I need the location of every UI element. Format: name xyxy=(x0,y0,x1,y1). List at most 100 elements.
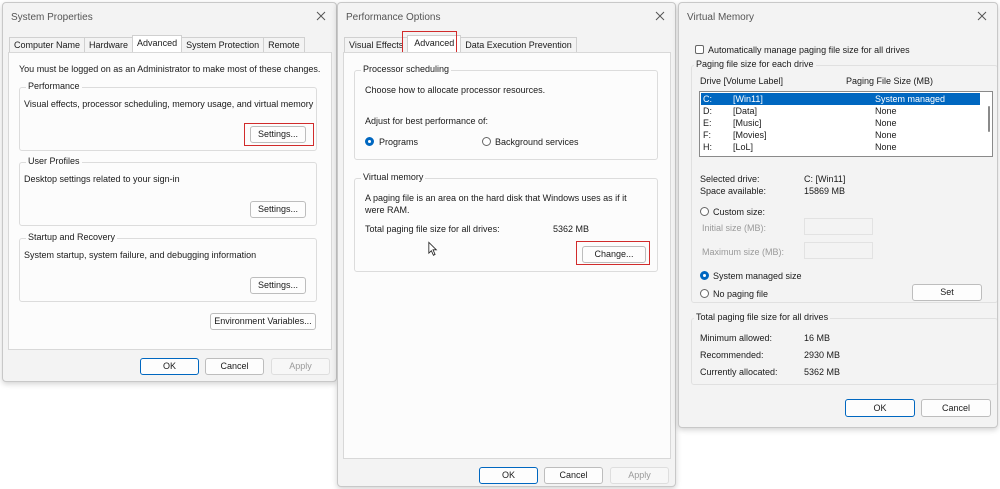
dialog-title: System Properties xyxy=(11,12,93,23)
tab-panel: You must be logged on as an Administrato… xyxy=(8,52,332,350)
startup-recovery-heading: Startup and Recovery xyxy=(26,232,118,242)
drive-letter: H: xyxy=(703,142,712,152)
performance-heading: Performance xyxy=(26,81,82,91)
selected-drive-label: Selected drive: xyxy=(700,174,760,184)
dialog-title: Performance Options xyxy=(346,12,441,23)
tab-system-protection[interactable]: System Protection xyxy=(181,37,265,52)
admin-note: You must be logged on as an Administrato… xyxy=(19,64,321,74)
drive-label: [Win11] xyxy=(733,94,763,104)
set-button[interactable]: Set xyxy=(912,284,982,301)
system-managed-radio[interactable] xyxy=(700,271,709,280)
tab-advanced[interactable]: Advanced xyxy=(407,35,462,52)
list-scrollbar[interactable] xyxy=(988,106,990,132)
maximum-size-input[interactable] xyxy=(804,242,873,259)
col-size-header: Paging File Size (MB) xyxy=(846,76,934,86)
mouse-pointer-icon xyxy=(428,241,438,256)
recommended-value: 2930 MB xyxy=(804,350,841,360)
background-services-label: Background services xyxy=(495,137,579,147)
drive-size: None xyxy=(875,142,897,152)
total-paging-label: Total paging file size for all drives: xyxy=(365,224,500,234)
virtual-memory-text-2: were RAM. xyxy=(365,205,410,215)
title-bar: Performance Options xyxy=(338,3,675,31)
programs-label: Programs xyxy=(379,137,419,147)
cancel-button[interactable]: Cancel xyxy=(205,358,264,375)
apply-button[interactable]: Apply xyxy=(271,358,330,375)
drive-row[interactable]: H: [LoL] None xyxy=(701,141,980,153)
space-available-value: 15869 MB xyxy=(804,186,846,196)
startup-settings-button[interactable]: Settings... xyxy=(250,277,306,294)
selected-drive-value: C: [Win11] xyxy=(804,174,846,184)
drive-row[interactable]: C: [Win11] System managed xyxy=(701,93,980,105)
tab-panel: Processor scheduling Choose how to alloc… xyxy=(343,52,671,459)
currently-allocated-value: 5362 MB xyxy=(804,367,841,377)
initial-size-input[interactable] xyxy=(804,218,873,235)
user-profiles-group: User Profiles Desktop settings related t… xyxy=(19,156,317,226)
virtual-memory-text-1: A paging file is an area on the hard dis… xyxy=(365,193,627,203)
user-profiles-heading: User Profiles xyxy=(26,156,82,166)
tab-computer-name[interactable]: Computer Name xyxy=(9,37,86,52)
drive-size: None xyxy=(875,106,897,116)
drive-label: [Data] xyxy=(733,106,758,116)
drive-letter: E: xyxy=(703,118,712,128)
title-bar: System Properties xyxy=(3,3,336,31)
custom-size-radio[interactable] xyxy=(700,207,709,216)
drive-label: [LoL] xyxy=(733,142,754,152)
minimum-allowed-label: Minimum allowed: xyxy=(700,333,773,343)
drive-list[interactable]: C: [Win11] System managed D: [Data] None… xyxy=(699,91,993,157)
total-paging-heading: Total paging file size for all drives xyxy=(694,312,831,322)
minimum-allowed-value: 16 MB xyxy=(804,333,831,343)
ok-button[interactable]: OK xyxy=(845,399,915,417)
initial-size-label: Initial size (MB): xyxy=(702,223,767,233)
no-paging-radio[interactable] xyxy=(700,289,709,298)
drive-letter: F: xyxy=(703,130,711,140)
apply-button[interactable]: Apply xyxy=(610,467,669,484)
change-button[interactable]: Change... xyxy=(582,246,646,263)
drive-letter: C: xyxy=(703,94,712,104)
processor-scheduling-group: Processor scheduling Choose how to alloc… xyxy=(354,64,658,160)
startup-recovery-group: Startup and Recovery System startup, sys… xyxy=(19,232,317,302)
auto-manage-checkbox[interactable] xyxy=(695,45,704,54)
processor-text: Choose how to allocate processor resourc… xyxy=(365,85,546,95)
tab-data-execution-prevention[interactable]: Data Execution Prevention xyxy=(460,37,577,52)
ok-button[interactable]: OK xyxy=(479,467,538,484)
close-icon[interactable] xyxy=(653,9,667,23)
system-managed-label: System managed size xyxy=(713,271,802,281)
virtual-memory-dialog: Virtual Memory Automatically manage pagi… xyxy=(678,2,998,428)
adjust-text: Adjust for best performance of: xyxy=(365,116,489,126)
startup-recovery-text: System startup, system failure, and debu… xyxy=(24,250,257,260)
total-paging-value: 5362 MB xyxy=(553,224,590,234)
tab-strip: Computer Name Hardware Advanced System P… xyxy=(9,35,305,52)
system-properties-dialog: System Properties Computer Name Hardware… xyxy=(2,2,337,382)
close-icon[interactable] xyxy=(975,9,989,23)
dialog-title: Virtual Memory xyxy=(687,12,755,23)
close-icon[interactable] xyxy=(314,9,328,23)
tab-strip: Visual Effects Advanced Data Execution P… xyxy=(344,35,577,52)
programs-radio[interactable] xyxy=(365,137,374,146)
drive-size: None xyxy=(875,118,897,128)
processor-scheduling-heading: Processor scheduling xyxy=(361,64,452,74)
drive-row[interactable]: E: [Music] None xyxy=(701,117,980,129)
tab-advanced[interactable]: Advanced xyxy=(132,35,183,52)
drive-row[interactable]: F: [Movies] None xyxy=(701,129,980,141)
maximum-size-label: Maximum size (MB): xyxy=(702,247,785,257)
each-drive-group: Paging file size for each drive Drive [V… xyxy=(691,59,997,303)
tab-visual-effects[interactable]: Visual Effects xyxy=(344,37,409,52)
drive-row[interactable]: D: [Data] None xyxy=(701,105,980,117)
tab-hardware[interactable]: Hardware xyxy=(84,37,134,52)
environment-variables-button[interactable]: Environment Variables... xyxy=(210,313,316,330)
auto-manage-label: Automatically manage paging file size fo… xyxy=(708,45,910,55)
ok-button[interactable]: OK xyxy=(140,358,199,375)
each-drive-heading: Paging file size for each drive xyxy=(694,59,816,69)
custom-size-label: Custom size: xyxy=(713,207,766,217)
drive-label: [Music] xyxy=(733,118,762,128)
cancel-button[interactable]: Cancel xyxy=(921,399,991,417)
performance-settings-button[interactable]: Settings... xyxy=(250,126,306,143)
virtual-memory-heading: Virtual memory xyxy=(361,172,426,182)
background-services-radio[interactable] xyxy=(482,137,491,146)
drive-label: [Movies] xyxy=(733,130,767,140)
cancel-button[interactable]: Cancel xyxy=(544,467,603,484)
col-drive-header: Drive [Volume Label] xyxy=(700,76,784,86)
tab-remote[interactable]: Remote xyxy=(263,37,305,52)
user-profiles-settings-button[interactable]: Settings... xyxy=(250,201,306,218)
space-available-label: Space available: xyxy=(700,186,767,196)
